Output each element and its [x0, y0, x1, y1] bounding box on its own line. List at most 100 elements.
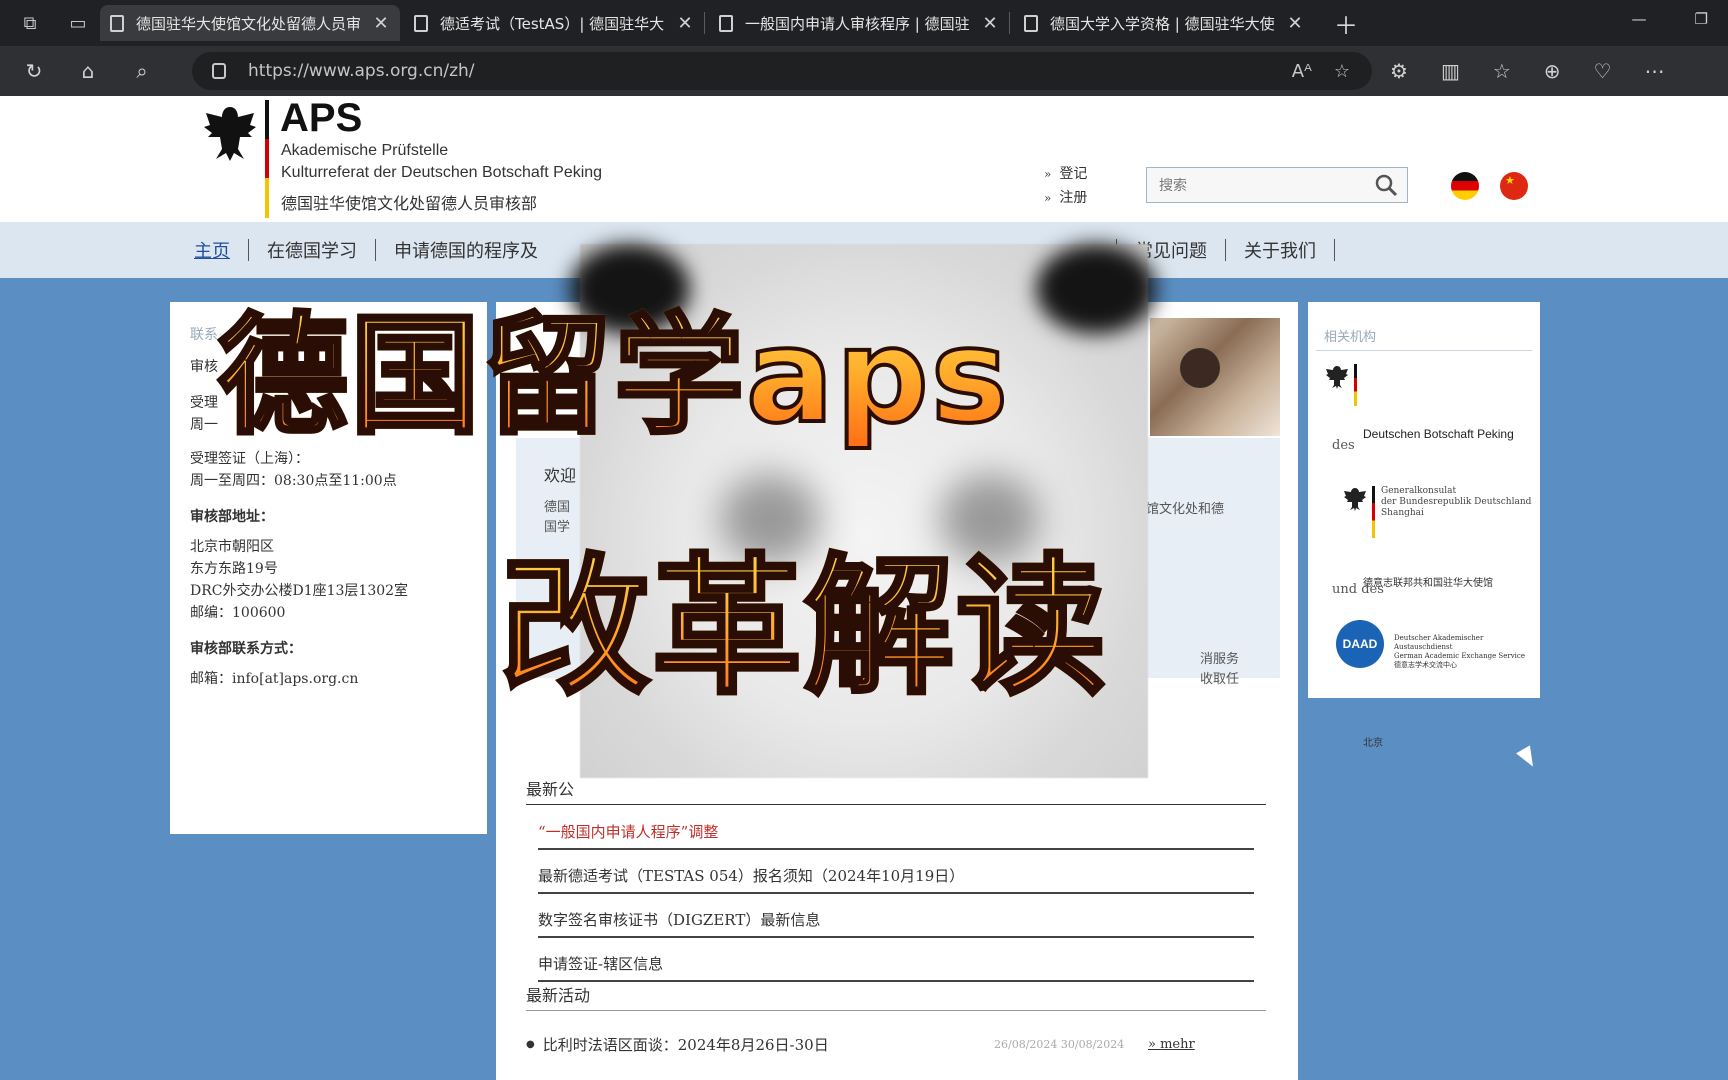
tab-divider [1009, 12, 1010, 34]
menu-item-about[interactable]: 关于我们 [1226, 237, 1334, 263]
connector-text: des [1332, 438, 1355, 453]
workspaces-icon[interactable]: ⧉ [12, 5, 48, 41]
extensions-icon[interactable]: ⚙ [1390, 59, 1408, 83]
tab-title: 一般国内申请人审核程序 | 德国驻 [745, 14, 970, 33]
browser-tab[interactable]: 德国驻华大使馆文化处留德人员审 ✕ [100, 5, 400, 41]
favorite-star-icon[interactable]: ☆ [1334, 61, 1350, 82]
favorites-icon[interactable]: ☆ [1493, 59, 1511, 83]
eagle-emblem-icon [1344, 488, 1366, 511]
institution-name: 北京 [1363, 738, 1383, 749]
news-link[interactable]: “一般国内申请人程序”调整 [538, 806, 1254, 850]
welcome-text-line: 德国 [544, 500, 571, 515]
brand-line: Kulturreferat der Deutschen Botschaft Pe… [281, 164, 603, 181]
welcome-text-line: 消服务 [1200, 652, 1240, 667]
new-tab-icon[interactable]: ＋ [1334, 6, 1358, 41]
close-tab-icon[interactable]: ✕ [1286, 13, 1304, 34]
overlay-title: 德国留学aps [216, 300, 1011, 452]
welcome-text: 消服务 收取任 [1200, 650, 1239, 690]
menu-item-study[interactable]: 在德国学习 [249, 237, 375, 263]
divider [526, 1010, 1266, 1011]
account-links: » 登记 » 注册 [1044, 162, 1087, 210]
hero-photo [1150, 318, 1280, 436]
browser-tab[interactable]: 德适考试（TestAS）| 德国驻华大 ✕ [404, 5, 704, 41]
site-logo-title[interactable]: APS [280, 96, 362, 141]
contact-text: 周一至周四：08:30点至11:00点 [190, 473, 397, 489]
menu-item-procedure[interactable]: 申请德国的程序及 [376, 237, 556, 263]
read-aloud-icon[interactable]: A͏ᴬ [1292, 61, 1312, 82]
close-tab-icon[interactable]: ✕ [676, 13, 694, 34]
institutions-panel: 相关机构 Deutschen Botschaft Peking 德意志联邦共和国… [1308, 302, 1540, 749]
tab-divider [704, 12, 705, 34]
activity-more-link[interactable]: » mehr [1148, 1037, 1195, 1052]
address-line: 邮编：100600 [190, 605, 286, 621]
browser-tab[interactable]: 德国大学入学资格 | 德国驻华大使 ✕ [1014, 5, 1314, 41]
double-chevron-icon: » [1044, 191, 1052, 205]
search-icon[interactable] [1373, 172, 1399, 198]
address-heading: 审核部地址： [190, 509, 274, 525]
address-line: 北京市朝阳区 [190, 539, 274, 555]
login-link[interactable]: 登记 [1059, 166, 1087, 182]
daad-name-line: Deutscher Akademischer Austauschdienst [1394, 634, 1484, 651]
eagle-emblem-icon [196, 102, 264, 164]
tab-title: 德国大学入学资格 | 德国驻华大使 [1050, 14, 1275, 33]
daad-name: Deutscher Akademischer Austauschdienst G… [1394, 634, 1526, 670]
tab-actions-icon[interactable]: ▭ [60, 5, 96, 41]
refresh-icon[interactable]: ↻ [14, 51, 54, 91]
news-link[interactable]: 申请签证-辖区信息 [538, 938, 1254, 982]
home-icon[interactable]: ⌂ [68, 51, 108, 91]
address-line: 东方东路19号 [190, 561, 278, 577]
close-tab-icon[interactable]: ✕ [372, 13, 390, 34]
consulate-logo-link[interactable]: Generalkonsulat der Bundesrepublik Deuts… [1342, 486, 1531, 538]
welcome-text: 德国 国学 [544, 498, 570, 538]
lock-icon[interactable] [212, 63, 226, 79]
browser-tab[interactable]: 一般国内申请人审核程序 | 德国驻 ✕ [709, 5, 1009, 41]
address-line: DRC外交办公楼D1座13层1302室 [190, 583, 409, 599]
news-heading: 最新公 [526, 780, 575, 799]
chinese-language-icon[interactable] [1500, 172, 1528, 200]
institution-name: Deutschen Botschaft Peking [1363, 427, 1514, 441]
browser-essentials-icon[interactable]: ♡ [1594, 59, 1612, 83]
news-link[interactable]: 数字签名审核证书（DIGZERT）最新信息 [538, 894, 1254, 938]
collections-icon[interactable]: ⊕ [1544, 59, 1561, 83]
menu-divider [1334, 239, 1335, 261]
welcome-text: 馆文化处和德 [1146, 502, 1225, 517]
double-chevron-icon: » [1044, 167, 1052, 181]
brand-line: 德国驻华使馆文化处留德人员审核部 [281, 194, 538, 213]
restore-icon[interactable]: ❐ [1695, 10, 1708, 28]
connector-text: und des [1332, 582, 1384, 597]
activity-date: 26/08/2024 30/08/2024 [994, 1038, 1125, 1051]
site-header: APS Akademische Prüfstelle Kulturreferat… [0, 96, 1728, 222]
site-search-input[interactable]: 搜索 [1146, 167, 1408, 203]
divider [526, 804, 1266, 805]
register-link[interactable]: 注册 [1059, 190, 1087, 206]
contact-heading: 审核部联系方式： [190, 641, 302, 657]
minimize-icon[interactable]: — [1632, 10, 1647, 28]
page-icon [719, 14, 733, 32]
activity-item: ● 比利时法语区面谈：2024年8月26日-30日 26/08/2024 30/… [526, 1034, 1266, 1055]
tab-title: 德国驻华大使馆文化处留德人员审 [136, 14, 362, 33]
url-text: https://www.aps.org.cn/zh/ [248, 61, 475, 81]
window-controls: — ❐ [1632, 10, 1708, 28]
daad-name-line: 德意志学术交流中心 [1394, 661, 1457, 669]
brand-line: Akademische Prüfstelle [281, 142, 449, 159]
institution-name: Shanghai [1381, 508, 1424, 518]
news-link[interactable]: 最新德适考试（TESTAS 054）报名须知（2024年10月19日） [538, 850, 1254, 894]
more-label: mehr [1160, 1037, 1195, 1052]
more-menu-icon[interactable]: ⋯ [1644, 59, 1664, 83]
close-tab-icon[interactable]: ✕ [981, 13, 999, 34]
activity-link[interactable]: 比利时法语区面谈：2024年8月26日-30日 [543, 1034, 829, 1055]
activities-heading: 最新活动 [526, 986, 591, 1005]
daad-logo[interactable]: DAAD [1336, 620, 1384, 668]
german-flag-bar [1354, 364, 1357, 406]
institution-name: der Bundesrepublik Deutschland [1381, 497, 1532, 507]
welcome-text-line: 国学 [544, 520, 571, 535]
menu-item-home[interactable]: 主页 [194, 237, 248, 263]
german-language-icon[interactable] [1451, 172, 1479, 200]
address-bar[interactable]: https://www.aps.org.cn/zh/ A͏ᴬ ☆ [192, 52, 1372, 90]
panda-ear [1036, 244, 1156, 334]
welcome-heading: 欢迎 [544, 466, 577, 485]
search-icon[interactable]: ⌕ [122, 51, 162, 91]
institution-name: Generalkonsulat [1381, 486, 1457, 496]
split-screen-icon[interactable]: ▥ [1441, 59, 1460, 83]
daad-name-line: German Academic Exchange Service [1394, 652, 1525, 660]
